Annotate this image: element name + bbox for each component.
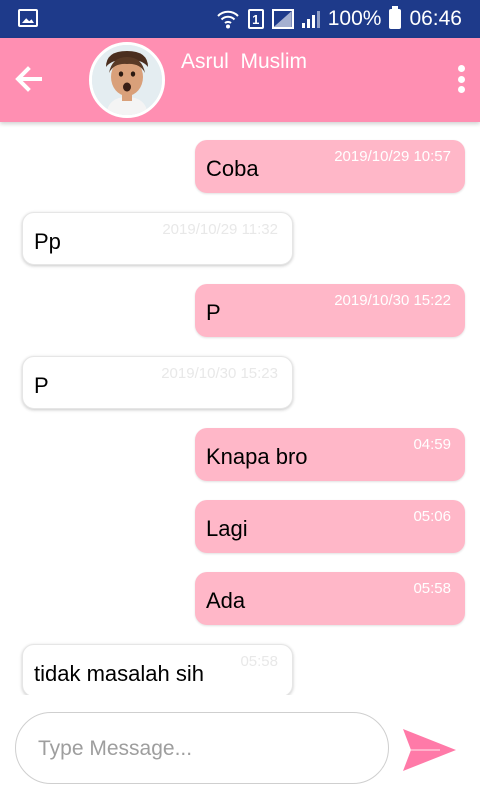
message-bubble-incoming[interactable]: 05:58 tidak masalah sih [22,644,293,695]
send-button[interactable] [400,726,458,774]
message-text: P [206,300,221,325]
profile-photo [92,45,162,115]
message-time: 2019/10/29 10:57 [334,148,451,165]
message-text: Ada [206,588,246,613]
contact-name: Asrul Muslim [181,50,308,73]
message-bubble-outgoing[interactable]: 05:58 Ada [195,572,465,625]
message-bubble-outgoing[interactable]: 04:59 Knapa bro [195,428,465,481]
message-time: 05:58 [413,580,451,597]
message-bubble-incoming[interactable]: 2019/10/30 15:23 P [22,356,293,409]
battery-percent: 100% [327,7,382,30]
message-input[interactable] [38,731,368,767]
battery-icon [389,6,402,29]
message-time: 2019/10/29 11:32 [162,221,278,238]
message-bubble-outgoing[interactable]: 2019/10/29 10:57 Coba [195,140,465,193]
message-text: P [34,373,49,398]
status-bar: 1 100% 06:46 [0,0,480,38]
message-bubble-incoming[interactable]: 2019/10/29 11:32 Pp [22,212,293,265]
message-text: Lagi [206,516,248,541]
message-time: 04:59 [413,436,451,453]
more-vert-icon[interactable] [452,62,470,96]
message-time: 2019/10/30 15:22 [334,292,451,309]
message-text: Coba [206,156,259,181]
back-button[interactable] [12,62,46,96]
send-icon [403,729,456,771]
message-list[interactable]: 2019/10/29 10:57 Coba 2019/10/29 11:32 P… [0,122,480,695]
message-time: 05:58 [240,653,278,670]
message-bubble-outgoing[interactable]: 05:06 Lagi [195,500,465,553]
status-icons: 1 100% 06:46 [216,0,462,38]
message-text: Knapa bro [206,444,308,469]
message-text: tidak masalah sih [34,661,204,686]
message-composer[interactable] [15,712,389,784]
signal-icon [271,9,294,29]
wifi-icon [217,10,239,29]
gallery-icon [18,9,38,27]
network-bars-icon [301,10,320,28]
message-text: Pp [34,229,61,254]
chat-header: Asrul Muslim [0,38,480,122]
message-bubble-outgoing[interactable]: 2019/10/30 15:22 P [195,284,465,337]
clock: 06:46 [409,7,462,30]
message-time: 05:06 [413,508,451,525]
message-time: 2019/10/30 15:23 [161,365,278,382]
back-arrow-icon [15,66,42,92]
sim-icon: 1 [247,9,264,29]
avatar[interactable] [89,42,165,118]
